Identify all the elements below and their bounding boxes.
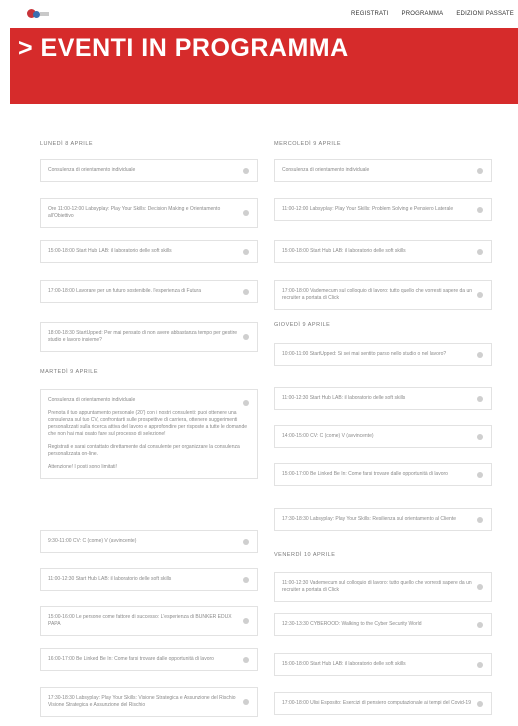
event-title: 17:00-18:00 Lavorare per un futuro soste… <box>48 288 201 294</box>
event-card[interactable]: 17:30-18:30 Labsyplay: Play Your Skills:… <box>40 687 258 717</box>
plus-icon[interactable] <box>243 656 249 663</box>
event-description: Prenota il tuo appuntamento personale (2… <box>48 410 247 437</box>
event-card[interactable]: 16:00-17:00 Be Linked Be In: Come farsi … <box>40 648 258 671</box>
event-title: 17:00-18:00 Vademecum sul colloquio di l… <box>282 288 473 301</box>
event-card[interactable]: 15:00-16:00 Le persone come fattore di s… <box>40 606 258 636</box>
plus-icon[interactable] <box>477 206 483 213</box>
plus-icon[interactable] <box>243 288 249 295</box>
day-heading: GIOVEDÌ 9 APRILE <box>274 322 331 328</box>
event-title: 11:00-12:00 Labsyplay: Play Your Skills:… <box>282 206 454 212</box>
event-title: 12:30-13:30 CYBEROOD: Walking to the Cyb… <box>282 621 422 627</box>
event-card[interactable]: 18:00-18:30 StartUpped: Per mai pensato … <box>40 322 258 352</box>
event-card[interactable]: 9:30-11:00 CV: C (come) V (avvincente) <box>40 530 258 553</box>
event-description: Registrati e sarai contattato direttamen… <box>48 444 240 457</box>
page-title: > EVENTI IN PROGRAMMA <box>18 34 349 62</box>
plus-icon[interactable] <box>243 618 249 624</box>
event-title: Ore 11:00-12:00 Labsyplay: Play Your Ski… <box>48 206 221 219</box>
plus-icon[interactable] <box>477 700 483 707</box>
plus-icon[interactable] <box>243 538 249 545</box>
event-title: 11:00-12:30 Vademecum sul colloquio di l… <box>282 580 472 593</box>
event-title: 16:00-17:00 Be Linked Be In: Come farsi … <box>48 656 214 662</box>
nav-edizioni-passate[interactable]: EDIZIONI PASSATE <box>456 11 514 17</box>
event-card[interactable]: 12:30-13:30 CYBEROOD: Walking to the Cyb… <box>274 613 492 636</box>
plus-icon[interactable] <box>477 292 483 298</box>
event-title: 17:30-18:30 Labsyplay: Play Your Skills:… <box>48 695 236 708</box>
event-title: Consulenza di orientamento individuale <box>48 397 136 403</box>
plus-icon[interactable] <box>243 400 249 406</box>
plus-icon[interactable] <box>477 351 483 358</box>
main-nav: REGISTRATI PROGRAMMA EDIZIONI PASSATE <box>351 11 514 17</box>
plus-icon[interactable] <box>477 584 483 590</box>
event-title: 15:00-17:00 Be Linked Be In: Come farsi … <box>282 471 448 477</box>
plus-icon[interactable] <box>477 167 483 174</box>
nav-programma[interactable]: PROGRAMMA <box>402 11 444 17</box>
event-card[interactable]: 17:00-18:00 Lavorare per un futuro soste… <box>40 280 258 303</box>
plus-icon[interactable] <box>243 210 249 216</box>
plus-icon[interactable] <box>477 248 483 255</box>
event-title: 15:00-18:00 Start Hub LAB: il laboratori… <box>282 661 406 667</box>
plus-icon[interactable] <box>243 334 249 340</box>
plus-icon[interactable] <box>477 621 483 628</box>
plus-icon[interactable] <box>477 661 483 668</box>
event-title: 18:00-18:30 StartUpped: Per mai pensato … <box>48 330 238 343</box>
plus-icon[interactable] <box>243 167 249 174</box>
event-card[interactable]: Consulenza di orientamento individuale <box>40 159 258 182</box>
event-note: Attenzione! I posti sono limitati! <box>48 464 117 470</box>
event-title: Consulenza di orientamento individuale <box>282 167 370 173</box>
event-title: 14:00-15:00 CV: C (come) V (avvincente) <box>282 433 374 439</box>
plus-icon[interactable] <box>477 471 483 478</box>
event-title: 10:00-11:00 StartUpped: Si sei mai senti… <box>282 351 447 357</box>
event-card-expanded[interactable]: Consulenza di orientamento individuale P… <box>40 389 258 479</box>
event-card[interactable]: 14:00-15:00 CV: C (come) V (avvincente) <box>274 425 492 448</box>
plus-icon[interactable] <box>477 395 483 402</box>
event-title: 17:00-18:00 Ulisi Esposito: Esercizi di … <box>282 700 471 706</box>
top-bar: REGISTRATI PROGRAMMA EDIZIONI PASSATE <box>0 0 518 28</box>
hero-banner: > EVENTI IN PROGRAMMA <box>10 28 518 104</box>
event-title: 15:00-18:00 Start Hub LAB: il laboratori… <box>282 248 406 254</box>
event-card[interactable]: 17:00-18:00 Ulisi Esposito: Esercizi di … <box>274 692 492 715</box>
event-card[interactable]: 15:00-18:00 Start Hub LAB: il laboratori… <box>40 240 258 263</box>
event-card[interactable]: 17:30-18:30 Labsyplay: Play Your Skills:… <box>274 508 492 531</box>
day-heading: MARTEDÌ 9 APRILE <box>40 369 99 375</box>
event-card[interactable]: 10:00-11:00 StartUpped: Si sei mai senti… <box>274 343 492 366</box>
event-card[interactable]: Consulenza di orientamento individuale <box>274 159 492 182</box>
event-card[interactable]: 15:00-17:00 Be Linked Be In: Come farsi … <box>274 463 492 486</box>
logo[interactable] <box>27 9 49 18</box>
plus-icon[interactable] <box>477 516 483 523</box>
plus-icon[interactable] <box>243 699 249 705</box>
event-card[interactable]: 17:00-18:00 Vademecum sul colloquio di l… <box>274 280 492 310</box>
event-title: 15:00-16:00 Le persone come fattore di s… <box>48 614 232 627</box>
event-title: Consulenza di orientamento individuale <box>48 167 136 173</box>
event-card[interactable]: 11:00-12:30 Start Hub LAB: il laboratori… <box>274 387 492 410</box>
day-heading: MERCOLEDÌ 9 APRILE <box>274 141 342 147</box>
event-card[interactable]: 11:00-12:30 Start Hub LAB: il laboratori… <box>40 568 258 591</box>
nav-registrati[interactable]: REGISTRATI <box>351 11 389 17</box>
event-card[interactable]: Ore 11:00-12:00 Labsyplay: Play Your Ski… <box>40 198 258 228</box>
plus-icon[interactable] <box>477 433 483 440</box>
event-title: 9:30-11:00 CV: C (come) V (avvincente) <box>48 538 137 544</box>
event-card[interactable]: 11:00-12:30 Vademecum sul colloquio di l… <box>274 572 492 602</box>
event-card[interactable]: 15:00-18:00 Start Hub LAB: il laboratori… <box>274 653 492 676</box>
event-card[interactable]: 11:00-12:00 Labsyplay: Play Your Skills:… <box>274 198 492 221</box>
event-title: 17:30-18:30 Labsyplay: Play Your Skills:… <box>282 516 456 522</box>
plus-icon[interactable] <box>243 248 249 255</box>
event-card[interactable]: 15:00-18:00 Start Hub LAB: il laboratori… <box>274 240 492 263</box>
day-heading: LUNEDÌ 8 APRILE <box>40 141 94 147</box>
day-heading: VENERDÌ 10 APRILE <box>274 552 336 558</box>
event-title: 15:00-18:00 Start Hub LAB: il laboratori… <box>48 248 172 254</box>
event-title: 11:00-12:30 Start Hub LAB: il laboratori… <box>48 576 172 582</box>
event-title: 11:00-12:30 Start Hub LAB: il laboratori… <box>282 395 406 401</box>
plus-icon[interactable] <box>243 576 249 583</box>
